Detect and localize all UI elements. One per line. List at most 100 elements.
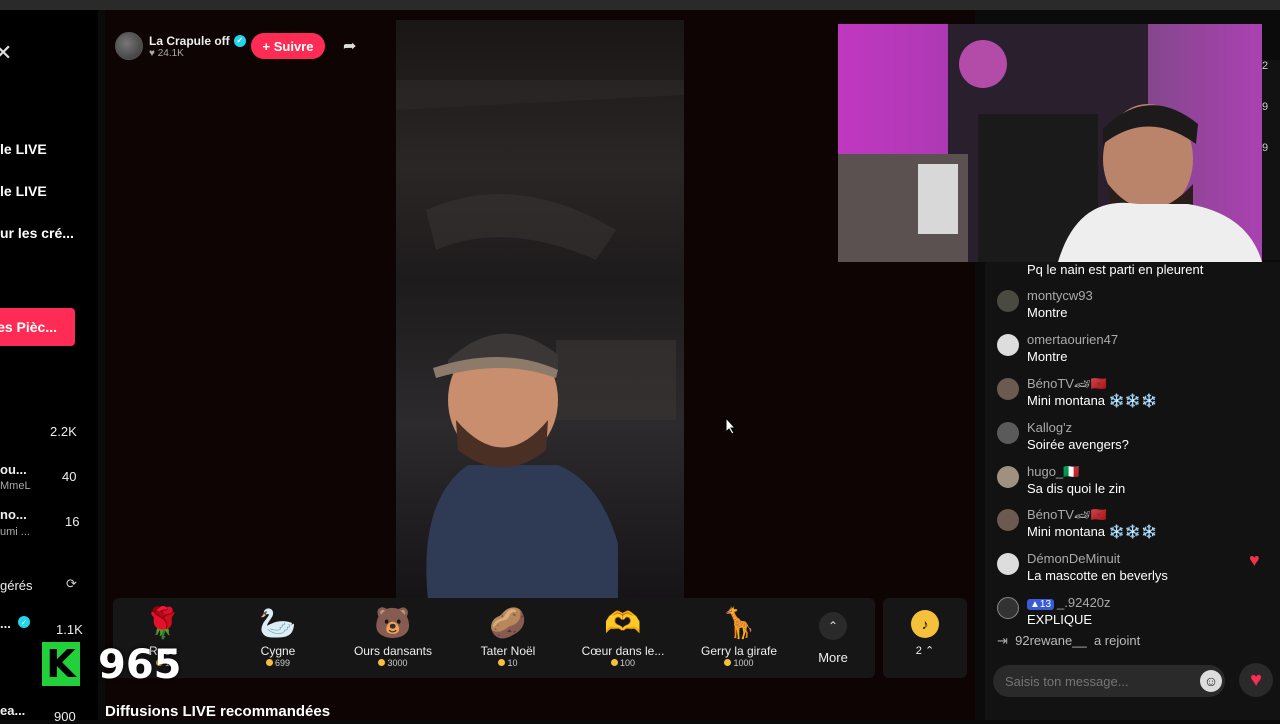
chat-message-text: Pq le nain est parti en pleurent [1027, 262, 1204, 277]
webcam-image [838, 24, 1262, 262]
gift-name: Cœur dans le... [581, 644, 665, 658]
sidebar-creator-name[interactable]: ou... [0, 462, 27, 477]
mouse-cursor-icon [725, 417, 737, 435]
sidebar-creator-name[interactable]: no... [0, 507, 27, 522]
chat-input[interactable] [993, 665, 1225, 697]
emoji-icon[interactable]: ☺ [1200, 670, 1222, 692]
close-icon[interactable]: ✕ [0, 40, 12, 66]
sidebar-stat-value: 16 [65, 514, 80, 529]
enter-icon: ⇥ [997, 633, 1008, 648]
avatar[interactable] [997, 509, 1019, 531]
rose-icon: 🌹 [144, 607, 182, 640]
avatar[interactable] [997, 553, 1019, 575]
joined-username[interactable]: 92rewane__ [1015, 633, 1087, 648]
browser-top-bar [0, 0, 1280, 10]
right-edge-numbers: 2 9 9 [1262, 60, 1280, 260]
more-gifts-button[interactable]: ⌃ More [813, 612, 853, 665]
sidebar-link-3[interactable]: ur les cré... [0, 225, 74, 241]
recommended-title: Diffusions LIVE recommandées [105, 703, 331, 720]
edge-number: 9 [1262, 142, 1269, 154]
gift-dancing-bears[interactable]: 🐻 Ours dansants 3000 [343, 604, 443, 668]
chat-username[interactable]: hugo_🇮🇹 [1027, 464, 1079, 480]
gift-tater[interactable]: 🥔 Tater Noël 10 [458, 604, 558, 668]
avatar[interactable] [997, 466, 1019, 488]
gift-price: 10 [507, 658, 518, 668]
gift-swan[interactable]: 🦢 Cygne 699 [228, 604, 328, 668]
k-logo-icon: K [42, 642, 80, 686]
tater-icon: 🥔 [489, 607, 527, 640]
joined-text: a rejoint [1093, 633, 1141, 648]
avatar[interactable] [997, 597, 1019, 619]
verified-icon: ✓ [18, 616, 30, 628]
sidebar-link-2[interactable]: le LIVE [0, 183, 47, 199]
chevron-up-icon: ⌃ [819, 612, 847, 640]
heart-icon: ♥ [149, 47, 155, 59]
get-coins-button[interactable]: es Pièc... [0, 308, 75, 346]
join-notice: ⇥ 92rewane__ a rejoint [997, 633, 1140, 649]
sidebar-stat-value: 900 [54, 709, 76, 724]
gift-price: 3000 [387, 658, 408, 668]
host-info[interactable]: La Crapule off ✓ ♥ 24.1K [115, 32, 246, 60]
edge-number: 9 [1262, 101, 1269, 113]
verified-icon: ✓ [233, 34, 246, 47]
chat-message-text: Soirée avengers? [1027, 437, 1129, 452]
sidebar: ✕ le LIVE le LIVE ur les cré... es Pièc.… [0, 10, 98, 724]
host-avatar[interactable] [115, 32, 143, 60]
chat-username[interactable]: _.92420z [1057, 595, 1111, 610]
more-label: More [818, 650, 848, 665]
dancing-bears-icon: 🐻 [374, 607, 412, 640]
heart-icon: ♥ [1250, 668, 1262, 691]
webcam-overlay [838, 24, 1262, 262]
live-chat: Pq le nain est parti en pleurent montycw… [985, 262, 1280, 720]
suggested-label: gérés [0, 578, 33, 593]
gift-giraffe[interactable]: 🦒 Gerry la girafe 1000 [689, 604, 789, 668]
chat-username[interactable]: BénoTV🏎🇲🇦 [1027, 507, 1107, 523]
coins-button[interactable]: ♪ 2 ⌃ [883, 598, 967, 678]
edge-number: 2 [1262, 60, 1269, 72]
heart-icon: ♥ [1249, 550, 1260, 570]
refresh-icon[interactable]: ⟳ [66, 576, 77, 592]
gift-price: 1000 [733, 658, 754, 668]
chat-username[interactable]: Kallog'z [1027, 420, 1072, 435]
heart-hands-icon: 🫶 [604, 607, 642, 640]
chat-message-text: Montre [1027, 349, 1068, 364]
gift-heart-hands[interactable]: 🫶 Cœur dans le... 100 [573, 604, 673, 668]
avatar[interactable] [997, 290, 1019, 312]
sidebar-creator-name[interactable]: ... [0, 616, 11, 631]
sidebar-link-1[interactable]: le LIVE [0, 141, 47, 157]
sidebar-creator-name[interactable]: ea... [0, 703, 25, 718]
sidebar-stat-value: 1.1K [56, 622, 83, 637]
chat-username[interactable]: DémonDeMinuit [1027, 551, 1120, 566]
chat-message-text: EXPLIQUE [1027, 612, 1093, 627]
tiktok-coin-icon: ♪ [911, 610, 939, 638]
avatar[interactable] [997, 422, 1019, 444]
giraffe-icon: 🦒 [720, 607, 758, 640]
avatar[interactable] [997, 334, 1019, 356]
share-icon[interactable]: ➦ [343, 36, 356, 56]
chat-username[interactable]: montycw93 [1027, 288, 1093, 303]
sidebar-stat-value: 2.2K [50, 424, 77, 439]
gift-price: 100 [619, 658, 636, 668]
gift-price: 699 [274, 658, 291, 668]
gift-name: Tater Noël [480, 644, 536, 658]
gift-name: Gerry la girafe [700, 644, 778, 658]
viewer-counter: 965 [98, 642, 182, 688]
chat-message-text: Sa dis quoi le zin [1027, 481, 1126, 496]
chat-username[interactable]: BénoTV🏎🇲🇦 [1027, 376, 1107, 392]
gift-name: Cygne [260, 644, 296, 658]
host-name[interactable]: La Crapule off [149, 34, 230, 48]
follow-button[interactable]: + Suivre [251, 33, 325, 59]
swan-icon: 🦢 [259, 607, 297, 640]
chat-message-text: La mascotte en beverlys [1027, 568, 1168, 583]
avatar[interactable] [997, 378, 1019, 400]
chat-message-text: Mini montana ❄️❄️❄️ [1027, 393, 1158, 408]
like-button[interactable]: ♥ [1239, 663, 1273, 697]
sidebar-creator-sub: MmeL [0, 480, 31, 492]
level-badge: ▲13 [1027, 599, 1055, 610]
chat-message-text: Montre [1027, 305, 1068, 320]
gift-bar: 🌹 Rose 1 🦢 Cygne 699 🐻 Ours dansants 300… [113, 598, 875, 678]
host-likes: 24.1K [157, 47, 184, 59]
sidebar-stat-value: 40 [62, 469, 77, 484]
chat-message-text: Mini montana ❄️❄️❄️ [1027, 524, 1158, 539]
chat-username[interactable]: omertaourien47 [1027, 332, 1118, 347]
